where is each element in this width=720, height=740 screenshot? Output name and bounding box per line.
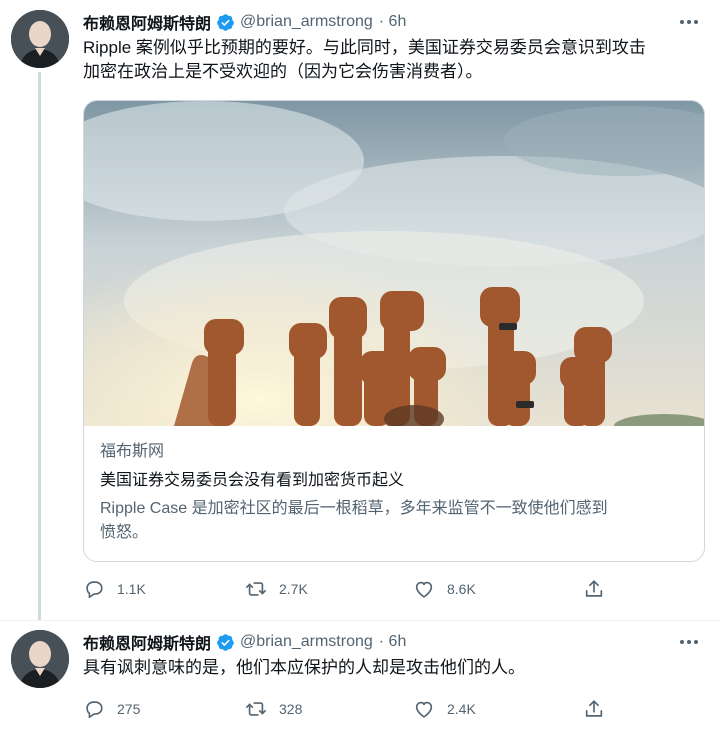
author-handle[interactable]: @brian_armstrong [240,633,373,651]
like-count: 2.4K [447,701,476,717]
card-domain: 福布斯网 [100,443,165,460]
heart-icon [415,701,433,718]
retweet-count: 328 [279,701,303,717]
heart-icon [415,581,433,598]
card-title: 美国证券交易委员会没有看到加密货币起义 [100,472,405,489]
tweet-text-line: Ripple 案例似乎比预期的要好。与此同时，美国证券交易委员会意识到攻击 [83,38,646,57]
link-card[interactable]: 福布斯网 美国证券交易委员会没有看到加密货币起义 Ripple Case 是加密… [83,100,705,562]
timestamp[interactable]: · 6h [379,633,407,651]
author-name[interactable]: 布赖恩阿姆斯特朗 [83,10,211,34]
tweet-text-line: 加密在政治上是不受欢迎的（因为它会伤害消费者）。 [83,62,483,81]
reply-button[interactable]: 1.1K [83,577,146,601]
card-image [84,101,704,426]
avatar-photo [11,630,69,688]
retweet-icon [246,582,266,596]
reply-button[interactable]: 275 [83,697,140,721]
retweet-button[interactable]: 328 [245,697,302,721]
tweet-text-line: 具有讽刺意味的是，他们本应保护的人却是攻击他们的人。 [83,658,525,677]
reply-icon [86,701,103,719]
share-button[interactable] [583,577,605,601]
more-horizontal-icon [680,640,698,644]
author-handle[interactable]: @brian_armstrong [240,13,373,31]
more-button[interactable] [678,631,700,653]
card-description-line: 愤怒。 [100,524,149,541]
share-icon [585,580,603,597]
tweet-actions: 1.1K 2.7K 8.6K [83,577,643,601]
thread-line [38,72,41,620]
reply-icon [86,581,103,599]
verified-badge-icon [217,13,234,31]
reply-count: 1.1K [117,581,146,597]
avatar[interactable] [11,10,69,68]
retweet-button[interactable]: 2.7K [245,577,308,601]
tweet-header: 布赖恩阿姆斯特朗 @brian_armstrong · 6h [83,630,406,654]
more-button[interactable] [678,11,700,33]
tweet-1[interactable]: 布赖恩阿姆斯特朗 @brian_armstrong · 6h Ripple 案例… [0,0,720,620]
share-button[interactable] [583,697,605,721]
tweet-text: 具有讽刺意味的是，他们本应保护的人却是攻击他们的人。 [83,656,705,680]
retweet-icon [246,702,266,716]
card-body: 福布斯网 美国证券交易委员会没有看到加密货币起义 Ripple Case 是加密… [100,441,696,545]
tweet-actions: 275 328 2.4K [83,697,643,721]
retweet-count: 2.7K [279,581,308,597]
reply-count: 275 [117,701,141,717]
like-button[interactable]: 8.6K [413,577,476,601]
share-icon [585,700,603,717]
avatar[interactable] [11,630,69,688]
tweet-text: Ripple 案例似乎比预期的要好。与此同时，美国证券交易委员会意识到攻击 加密… [83,36,705,84]
card-description: Ripple Case 是加密社区的最后一根稻草，多年来监管不一致使他们感到 愤… [100,497,696,545]
tweet-header: 布赖恩阿姆斯特朗 @brian_armstrong · 6h [83,10,406,34]
verified-badge-icon [217,633,234,651]
author-name[interactable]: 布赖恩阿姆斯特朗 [83,630,211,654]
avatar-photo [11,10,69,68]
more-horizontal-icon [680,20,698,24]
like-count: 8.6K [447,581,476,597]
card-description-line: Ripple Case 是加密社区的最后一根稻草，多年来监管不一致使他们感到 [100,500,608,517]
timestamp[interactable]: · 6h [379,13,407,31]
like-button[interactable]: 2.4K [413,697,476,721]
tweet-2[interactable]: 布赖恩阿姆斯特朗 @brian_armstrong · 6h 具有讽刺意味的是，… [0,620,720,740]
